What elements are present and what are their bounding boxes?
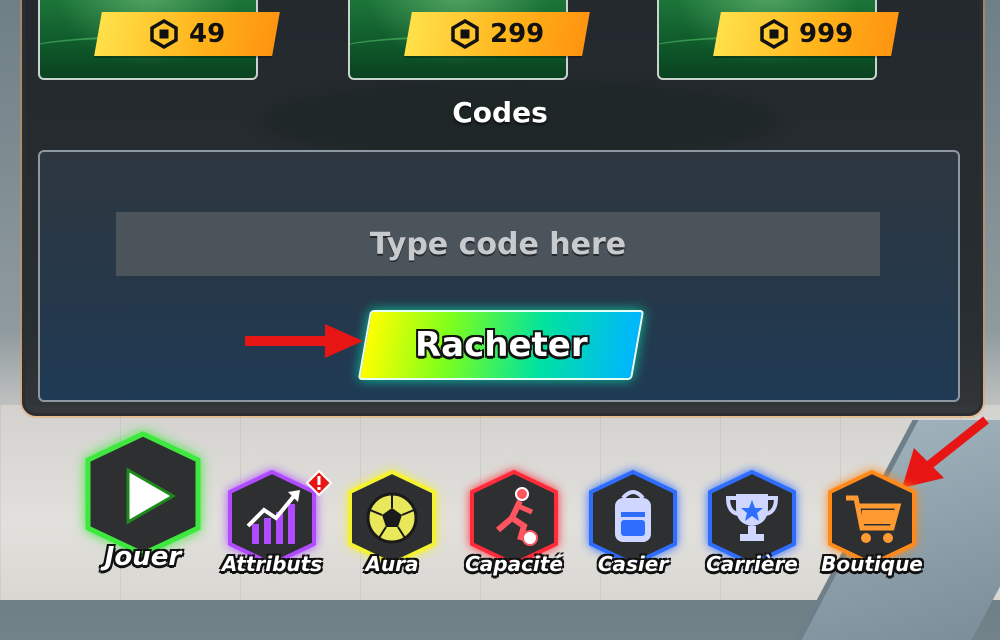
redeem-button[interactable]: Racheter bbox=[357, 310, 645, 380]
robux-icon bbox=[451, 19, 479, 49]
nav-item-jouer[interactable]: Jouer bbox=[78, 430, 208, 580]
price-value: 49 bbox=[188, 19, 226, 49]
price-value: 299 bbox=[489, 19, 545, 49]
nav-label: Jouer bbox=[104, 542, 182, 572]
nav-item-casier[interactable]: Casier bbox=[583, 468, 683, 583]
soccer-ball-icon bbox=[366, 492, 418, 544]
play-hex bbox=[85, 431, 201, 557]
price-tag[interactable]: 999 bbox=[713, 12, 899, 56]
nav-label: Attributs bbox=[221, 552, 323, 576]
nav-item-attributs[interactable]: Attributs bbox=[221, 468, 333, 583]
nav-label: Casier bbox=[597, 552, 669, 576]
nav-item-carriere[interactable]: Carrière bbox=[702, 468, 802, 583]
arrow-icon bbox=[245, 324, 363, 358]
nav-item-capacite[interactable]: Capacité bbox=[464, 468, 564, 583]
price-value: 999 bbox=[798, 19, 854, 49]
code-input[interactable] bbox=[116, 212, 880, 276]
nav-label: Capacité bbox=[465, 552, 563, 576]
nav-item-aura[interactable]: Aura bbox=[342, 468, 442, 583]
alert-badge-icon bbox=[305, 469, 333, 497]
nav-label: Carrière bbox=[706, 552, 798, 576]
nav-label: Aura bbox=[365, 552, 419, 576]
backpack-icon bbox=[615, 490, 651, 542]
codes-title: Codes bbox=[452, 96, 548, 129]
robux-icon bbox=[150, 19, 178, 49]
redeem-button-label: Racheter bbox=[414, 325, 588, 365]
nav-item-boutique[interactable]: Boutique bbox=[821, 468, 923, 583]
robux-icon bbox=[760, 19, 788, 49]
nav-label: Boutique bbox=[821, 552, 923, 576]
price-tag[interactable]: 49 bbox=[94, 12, 280, 56]
price-tag[interactable]: 299 bbox=[404, 12, 590, 56]
